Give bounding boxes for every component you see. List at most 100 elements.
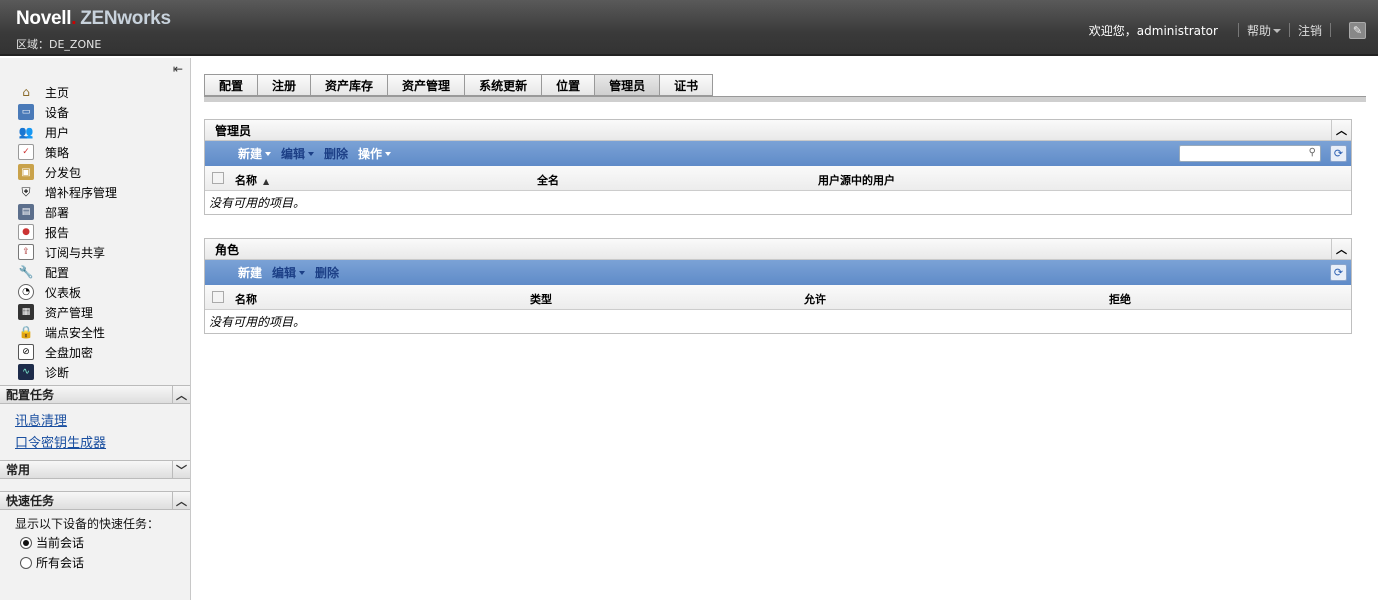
brand-name: Novell [16,8,72,29]
actions-button[interactable]: 操作 [358,145,392,162]
sidebar-item-endpoint-security[interactable]: 🔒 端点安全性 [18,322,117,342]
quick-tasks-header[interactable]: 快速任务 ︿ [0,491,190,510]
tab-locations[interactable]: 位置 [541,74,595,96]
select-all-checkbox[interactable] [212,172,224,184]
app-header: Novell. ZENworks 区域：DE_ZONE 欢迎您，administr… [0,0,1378,56]
home-icon: ⌂ [22,85,30,99]
column-name[interactable]: 名称 ▲ [235,172,269,188]
tab-configuration[interactable]: 配置 [204,74,258,96]
administrators-table-header: 名称 ▲ 全名 用户源中的用户 [205,166,1351,191]
zone-label: 区域：DE_ZONE [16,38,102,51]
help-menu[interactable]: 帮助 [1247,22,1281,39]
chevron-down-icon [299,270,306,275]
chevron-up-icon[interactable]: ︿ [1331,239,1351,259]
config-tasks-header[interactable]: 配置任务 ︿ [0,385,190,404]
tab-system-updates[interactable]: 系统更新 [464,74,542,96]
radio-unselected-icon[interactable] [20,556,32,569]
sort-ascending-icon: ▲ [263,177,270,186]
refresh-icon[interactable]: ⟳ [1330,145,1347,162]
select-all-checkbox[interactable] [212,291,224,303]
chevron-up-icon[interactable]: ︿ [1331,120,1351,140]
common-header[interactable]: 常用 ﹀ [0,460,190,479]
roles-panel: 角色 ︿ 新建 编辑 删除 ⟳ 名称 类型 允许 拒绝 没有可用的项目。 [204,238,1352,334]
chevron-down-icon [265,151,272,156]
tab-asset-management[interactable]: 资产管理 [387,74,465,96]
tab-certificates[interactable]: 证书 [659,74,714,96]
column-name[interactable]: 名称 [235,291,257,307]
edit-admin-button[interactable]: 编辑 [281,145,315,162]
novell-zenworks-logo: Novell. ZENworks [16,8,171,29]
sidebar-item-dashboard[interactable]: ◔ 仪表板 [18,282,117,302]
tab-underline [204,96,1366,102]
chevron-down-icon [1272,29,1281,33]
roles-title: 角色 ︿ [205,239,1351,260]
sidebar-item-deployment[interactable]: ▤ 部署 [18,202,117,222]
sidebar-item-asset-management[interactable]: ▦ 资产管理 [18,302,117,322]
main-content: 配置 注册 资产库存 资产管理 系统更新 位置 管理员 证书 管理员 ︿ 新建 … [192,58,1378,600]
sidebar-item-full-disk-encryption[interactable]: ⊘ 全盘加密 [18,342,117,362]
chevron-up-icon[interactable]: ︿ [172,492,190,509]
wrench-icon: 🔧 [18,265,34,279]
delete-role-button[interactable]: 删除 [315,264,339,281]
radio-all-sessions[interactable]: 所有会话 [20,554,84,571]
sidebar-item-devices[interactable]: ▭ 设备 [18,102,117,122]
edit-role-button[interactable]: 编辑 [272,264,306,281]
column-user-source[interactable]: 用户源中的用户 [818,172,895,188]
deploy-icon: ▤ [18,204,34,220]
roles-toolbar: 新建 编辑 删除 ⟳ [205,260,1351,285]
chevron-down-icon [308,151,315,156]
column-deny[interactable]: 拒绝 [1109,291,1131,307]
column-full-name[interactable]: 全名 [537,172,559,188]
new-role-button[interactable]: 新建 [238,264,262,281]
shield-icon: ⛨ [21,184,31,199]
passphrase-generator-link[interactable]: 口令密钥生成器 [15,432,106,451]
asset-icon: ▦ [18,304,34,320]
policy-icon: ✓ [18,144,34,160]
logout-link[interactable]: 注销 [1298,22,1322,39]
welcome-text: 欢迎您，administrator [1088,23,1218,38]
sidebar-item-home[interactable]: ⌂ 主页 [18,82,117,102]
users-icon: 👥 [18,125,34,139]
sidebar: ⇤ ⌂ 主页 ▭ 设备 👥 用户 ✓ 策略 ▣ 分发包 ⛨ 增补程序管理 ▤ 部署 ● 报告 ⇪… [0,58,191,600]
administrators-toolbar: 新建 编辑 删除 操作 ⚲ ⟳ [205,141,1351,166]
tab-registration[interactable]: 注册 [257,74,311,96]
chevron-down-icon[interactable]: ﹀ [172,461,190,478]
sidebar-item-diagnostics[interactable]: ∿ 诊断 [18,362,117,382]
column-allow[interactable]: 允许 [804,291,826,307]
tools-button[interactable]: ✎ [1349,21,1366,39]
sidebar-item-patch-management[interactable]: ⛨ 增补程序管理 [18,182,117,202]
sidebar-item-bundles[interactable]: ▣ 分发包 [18,162,117,182]
lock-icon: 🔒 [18,325,34,339]
wrench-icon: ✎ [1352,23,1363,37]
column-type[interactable]: 类型 [530,291,552,307]
diagnostics-icon: ∿ [18,364,34,380]
administrators-empty-message: 没有可用的项目。 [209,196,306,210]
radio-selected-icon[interactable] [20,536,32,549]
bundle-icon: ▣ [18,164,34,180]
delete-admin-button[interactable]: 删除 [324,145,348,162]
disk-icon: ⊘ [18,344,34,360]
collapse-sidebar-icon[interactable]: ⇤ [170,61,186,77]
product-name: ZENworks [80,8,171,29]
roles-empty-message: 没有可用的项目。 [209,315,306,329]
help-label: 帮助 [1246,23,1271,38]
message-cleanup-link[interactable]: 讯息清理 [15,410,67,429]
sidebar-item-configuration[interactable]: 🔧 配置 [18,262,117,282]
tab-asset-inventory[interactable]: 资产库存 [310,74,388,96]
sidebar-item-reports[interactable]: ● 报告 [18,222,117,242]
radio-current-session[interactable]: 当前会话 [20,534,84,551]
tab-administrators[interactable]: 管理员 [594,74,660,96]
admin-search-input[interactable]: ⚲ [1179,145,1321,162]
refresh-icon[interactable]: ⟳ [1330,264,1347,281]
search-icon: ⚲ [1308,147,1316,158]
chevron-up-icon[interactable]: ︿ [172,386,190,403]
administrators-title: 管理员 ︿ [205,120,1351,141]
chevron-down-icon [385,151,392,156]
subscribe-icon: ⇪ [18,244,34,260]
sidebar-item-policies[interactable]: ✓ 策略 [18,142,117,162]
sidebar-item-subscriptions[interactable]: ⇪ 订阅与共享 [18,242,117,262]
report-icon: ● [18,224,34,240]
sidebar-item-users[interactable]: 👥 用户 [18,122,117,142]
roles-table-header: 名称 类型 允许 拒绝 [205,285,1351,310]
new-admin-button[interactable]: 新建 [238,145,272,162]
